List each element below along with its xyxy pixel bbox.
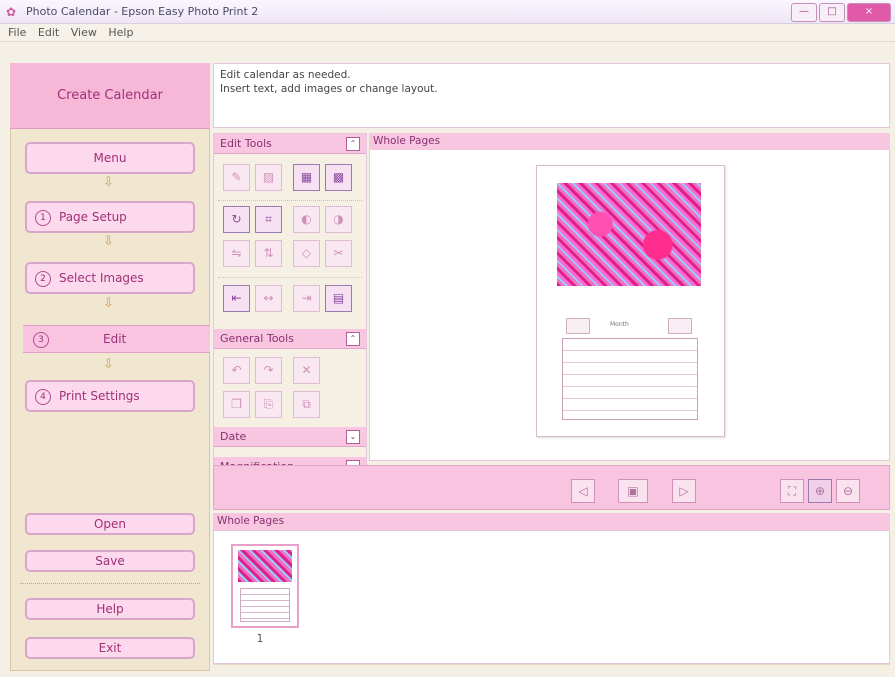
thumbnail-calendar [240,588,290,622]
clip-icon[interactable]: ✂ [325,240,352,267]
arrow-down-icon: ⇩ [103,175,114,190]
help-button[interactable]: Help [25,598,195,620]
menu-button[interactable]: Menu [25,142,195,174]
menu-edit[interactable]: Edit [38,24,59,42]
close-button[interactable]: × [847,3,891,22]
add-text-icon[interactable]: ✎ [223,164,250,191]
whole-pages-header: Whole Pages [213,513,890,530]
window-title: Photo Calendar - Epson Easy Photo Print … [26,5,259,18]
whole-pages-panel [213,530,890,664]
step-number: 4 [35,388,51,405]
page-setup-button[interactable]: 1 Page Setup [25,201,195,233]
zoom-out-icon[interactable]: ⊖ [836,479,860,503]
maximize-button[interactable]: □ [819,3,845,22]
instruction-line-2: Insert text, add images or change layout… [220,83,438,95]
edit-tools-label: Edit Tools [220,137,272,150]
flip-v-icon[interactable]: ⇅ [255,240,282,267]
copy-icon[interactable]: ❐ [223,391,250,418]
rotate-icon[interactable]: ↻ [223,206,250,233]
select-images-label: Select Images [59,271,144,285]
flip-h-icon[interactable]: ⇋ [223,240,250,267]
background-icon[interactable]: ▤ [325,285,352,312]
filter-icon[interactable]: ◐ [293,206,320,233]
month-label: Month [610,321,629,328]
sidebar-header: Create Calendar [10,63,210,129]
date-label: Date [220,430,247,443]
arrow-down-icon: ⇩ [103,234,114,249]
status-bar [213,664,890,671]
save-button[interactable]: Save [25,550,195,572]
align-left-icon[interactable]: ⇤ [223,285,250,312]
edit-step-active[interactable]: 3 Edit [23,325,210,353]
expand-icon[interactable]: ⌄ [346,430,360,444]
menu-help[interactable]: Help [108,24,133,42]
menu-view[interactable]: View [71,24,97,42]
general-tools-header[interactable]: General Tools ⌃ [214,329,366,349]
align-right-icon[interactable]: ⇥ [293,285,320,312]
divider [218,277,362,278]
thumbnail-photo [238,550,292,582]
zoom-fit-icon[interactable]: ⛶ [780,479,804,503]
minimize-button[interactable]: — [791,3,817,22]
menu-file[interactable]: File [8,24,26,42]
paste-icon[interactable]: ⎘ [255,391,282,418]
prev-page-icon[interactable]: ◁ [571,479,595,503]
step-number: 1 [35,209,51,226]
edit-tools-header[interactable]: Edit Tools ⌃ [214,134,366,154]
prev-month-mini [566,318,590,334]
redo-icon[interactable]: ↷ [255,357,282,384]
step-number: 2 [35,270,51,287]
calendar-photo[interactable] [557,183,701,286]
next-month-mini [668,318,692,334]
page-setup-label: Page Setup [59,210,127,224]
fit-page-icon[interactable]: ▣ [618,479,648,503]
color-icon[interactable]: ◑ [325,206,352,233]
layout-icon[interactable]: ▦ [293,164,320,191]
align-center-icon[interactable]: ↔ [255,285,282,312]
collapse-icon[interactable]: ⌃ [346,137,360,151]
general-tools-label: General Tools [220,332,294,345]
arrow-down-icon: ⇩ [103,357,114,372]
bring-front-icon[interactable]: ⧉ [293,391,320,418]
instructions-panel: Edit calendar as needed. Insert text, ad… [213,63,890,128]
step-number: 3 [33,332,49,348]
add-image-icon[interactable]: ▨ [255,164,282,191]
preview-header: Whole Pages [369,133,890,150]
frame-icon[interactable]: ▩ [325,164,352,191]
exit-button[interactable]: Exit [25,637,195,659]
title-bar: ✿ Photo Calendar - Epson Easy Photo Prin… [0,0,895,24]
tools-panel: Edit Tools ⌃ ✎ ▨ ▦ ▩ ↻ ⌗ ◐ ◑ ⇋ ⇅ ◇ ✂ ⇤ ↔… [213,133,367,486]
crop-icon[interactable]: ⌗ [255,206,282,233]
zoom-in-icon[interactable]: ⊕ [808,479,832,503]
app-icon: ✿ [6,5,17,19]
divider [20,583,200,584]
edit-label: Edit [103,332,127,346]
page-number: 1 [256,632,264,645]
calendar-grid [562,338,698,420]
undo-icon[interactable]: ↶ [223,357,250,384]
arrow-down-icon: ⇩ [103,296,114,311]
print-settings-label: Print Settings [59,389,140,403]
collapse-icon[interactable]: ⌃ [346,332,360,346]
shape-icon[interactable]: ◇ [293,240,320,267]
next-page-icon[interactable]: ▷ [672,479,696,503]
menu-bar: File Edit View Help [0,24,895,42]
print-settings-button[interactable]: 4 Print Settings [25,380,195,412]
open-button[interactable]: Open [25,513,195,535]
date-header[interactable]: Date ⌄ [214,427,366,447]
delete-icon[interactable]: ✕ [293,357,320,384]
select-images-button[interactable]: 2 Select Images [25,262,195,294]
instruction-line-1: Edit calendar as needed. [220,69,351,81]
divider [218,200,362,201]
